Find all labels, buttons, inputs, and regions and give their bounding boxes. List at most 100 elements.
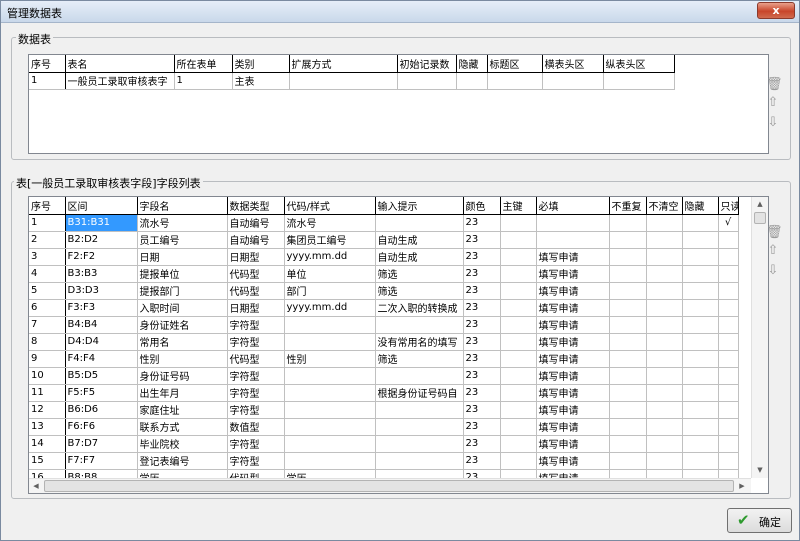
table-cell[interactable] bbox=[500, 401, 537, 419]
column-header[interactable]: 扩展方式 bbox=[289, 55, 398, 73]
table-cell[interactable] bbox=[375, 367, 464, 385]
table-cell[interactable] bbox=[682, 231, 719, 249]
row-number[interactable]: 2 bbox=[29, 231, 66, 249]
column-header[interactable]: 标题区 bbox=[487, 55, 543, 73]
table-cell[interactable] bbox=[646, 214, 683, 232]
row-number[interactable]: 9 bbox=[29, 350, 66, 368]
table-cell[interactable]: 常用名 bbox=[137, 333, 228, 351]
row-number[interactable]: 4 bbox=[29, 265, 66, 283]
table-cell[interactable]: 23 bbox=[463, 435, 501, 453]
row-number[interactable]: 11 bbox=[29, 384, 66, 402]
table-cell[interactable] bbox=[718, 367, 739, 385]
table-cell[interactable] bbox=[500, 265, 537, 283]
table-row[interactable]: 12 B6:D6 家庭住址 字符型 23 填写申请 bbox=[29, 401, 739, 419]
row-number[interactable]: 13 bbox=[29, 418, 66, 436]
table-cell[interactable]: 员工编号 bbox=[137, 231, 228, 249]
table-cell[interactable]: 主表 bbox=[232, 72, 290, 90]
table-cell[interactable]: 23 bbox=[463, 214, 501, 232]
column-header[interactable]: 主键 bbox=[500, 197, 537, 215]
column-header[interactable]: 初始记录数 bbox=[397, 55, 457, 73]
table-row[interactable]: 14 B7:D7 毕业院校 字符型 23 填写申请 bbox=[29, 435, 739, 453]
table-row[interactable]: 1 一般员工录取审核表字 1 主表 bbox=[29, 72, 675, 90]
row-number[interactable]: 10 bbox=[29, 367, 66, 385]
table-cell[interactable]: D3:D3 bbox=[65, 282, 138, 300]
table-cell[interactable]: 入职时间 bbox=[137, 299, 228, 317]
column-header[interactable]: 区间 bbox=[65, 197, 138, 215]
row-number[interactable]: 3 bbox=[29, 248, 66, 266]
table-cell[interactable] bbox=[536, 214, 610, 232]
table-cell[interactable]: 没有常用名的填写 bbox=[375, 333, 464, 351]
table-cell[interactable] bbox=[609, 418, 647, 436]
table-cell[interactable] bbox=[646, 367, 683, 385]
table-cell[interactable] bbox=[718, 248, 739, 266]
table-cell[interactable]: 字符型 bbox=[227, 384, 285, 402]
table-cell[interactable]: 代码型 bbox=[227, 350, 285, 368]
table-cell[interactable] bbox=[646, 231, 683, 249]
table-cell[interactable] bbox=[718, 333, 739, 351]
table-cell[interactable]: 23 bbox=[463, 384, 501, 402]
table-cell[interactable]: 23 bbox=[463, 401, 501, 419]
table-cell[interactable]: √ bbox=[718, 214, 739, 232]
table-cell[interactable] bbox=[646, 452, 683, 470]
table-cell[interactable] bbox=[284, 367, 376, 385]
table-cell[interactable] bbox=[609, 401, 647, 419]
table-cell[interactable] bbox=[609, 384, 647, 402]
trash-icon[interactable]: 🗑 bbox=[766, 78, 783, 92]
table-cell[interactable] bbox=[646, 435, 683, 453]
column-header[interactable]: 所在表单 bbox=[174, 55, 233, 73]
table-cell[interactable] bbox=[682, 299, 719, 317]
scroll-right-arrow-icon[interactable]: ▶ bbox=[735, 479, 749, 493]
column-header[interactable]: 序号 bbox=[29, 197, 66, 215]
table-cell[interactable]: B31:B31 bbox=[65, 214, 138, 232]
table-row[interactable]: 15 F7:F7 登记表编号 字符型 23 填写申请 bbox=[29, 452, 739, 470]
table-cell[interactable]: 性别 bbox=[137, 350, 228, 368]
table-cell[interactable] bbox=[609, 265, 647, 283]
table-cell[interactable]: B3:B3 bbox=[65, 265, 138, 283]
table-cell[interactable]: 单位 bbox=[284, 265, 376, 283]
table-cell[interactable]: 代码型 bbox=[227, 265, 285, 283]
column-header[interactable]: 隐藏 bbox=[456, 55, 488, 73]
table-cell[interactable]: B7:D7 bbox=[65, 435, 138, 453]
table-cell[interactable]: 登记表编号 bbox=[137, 452, 228, 470]
column-header[interactable]: 表名 bbox=[65, 55, 175, 73]
table-cell[interactable]: 提报部门 bbox=[137, 282, 228, 300]
table-row[interactable]: 1 B31:B31 流水号 自动编号 流水号 23 √ bbox=[29, 214, 739, 232]
column-header[interactable]: 序号 bbox=[29, 55, 66, 73]
table-cell[interactable]: D4:D4 bbox=[65, 333, 138, 351]
table-cell[interactable]: F4:F4 bbox=[65, 350, 138, 368]
table-cell[interactable]: 筛选 bbox=[375, 350, 464, 368]
table-cell[interactable] bbox=[682, 316, 719, 334]
table-cell[interactable]: 根据身份证号码自 bbox=[375, 384, 464, 402]
column-header[interactable]: 不重复 bbox=[609, 197, 647, 215]
table-cell[interactable] bbox=[284, 333, 376, 351]
table-cell[interactable] bbox=[609, 299, 647, 317]
table-cell[interactable]: 填写申请 bbox=[536, 367, 610, 385]
table-cell[interactable] bbox=[718, 401, 739, 419]
table-cell[interactable]: 23 bbox=[463, 452, 501, 470]
table-cell[interactable] bbox=[284, 316, 376, 334]
table-cell[interactable] bbox=[682, 282, 719, 300]
table-cell[interactable] bbox=[456, 72, 488, 90]
table-cell[interactable]: 代码型 bbox=[227, 282, 285, 300]
table-row[interactable]: 10 B5:D5 身份证号码 字符型 23 填写申请 bbox=[29, 367, 739, 385]
table-cell[interactable] bbox=[375, 435, 464, 453]
column-header[interactable]: 横表头区 bbox=[542, 55, 604, 73]
table-cell[interactable] bbox=[284, 418, 376, 436]
table-cell[interactable] bbox=[500, 418, 537, 436]
table-cell[interactable] bbox=[536, 231, 610, 249]
table-cell[interactable] bbox=[487, 72, 543, 90]
row-number[interactable]: 8 bbox=[29, 333, 66, 351]
table-cell[interactable] bbox=[646, 350, 683, 368]
table-cell[interactable]: 数值型 bbox=[227, 418, 285, 436]
table-cell[interactable]: 23 bbox=[463, 282, 501, 300]
column-header[interactable]: 颜色 bbox=[463, 197, 501, 215]
table-row[interactable]: 6 F3:F3 入职时间 日期型 yyyy.mm.dd 二次入职的转换成 23 填写申请 bbox=[29, 299, 739, 317]
horizontal-scrollbar[interactable]: ◀ ▶ bbox=[29, 478, 751, 493]
table-cell[interactable] bbox=[500, 350, 537, 368]
table-cell[interactable] bbox=[682, 214, 719, 232]
table-cell[interactable]: 填写申请 bbox=[536, 299, 610, 317]
table-cell[interactable] bbox=[718, 316, 739, 334]
table-cell[interactable] bbox=[718, 418, 739, 436]
column-header[interactable]: 必填 bbox=[536, 197, 610, 215]
table-row[interactable]: 3 F2:F2 日期 日期型 yyyy.mm.dd 自动生成 23 填写申请 bbox=[29, 248, 739, 266]
